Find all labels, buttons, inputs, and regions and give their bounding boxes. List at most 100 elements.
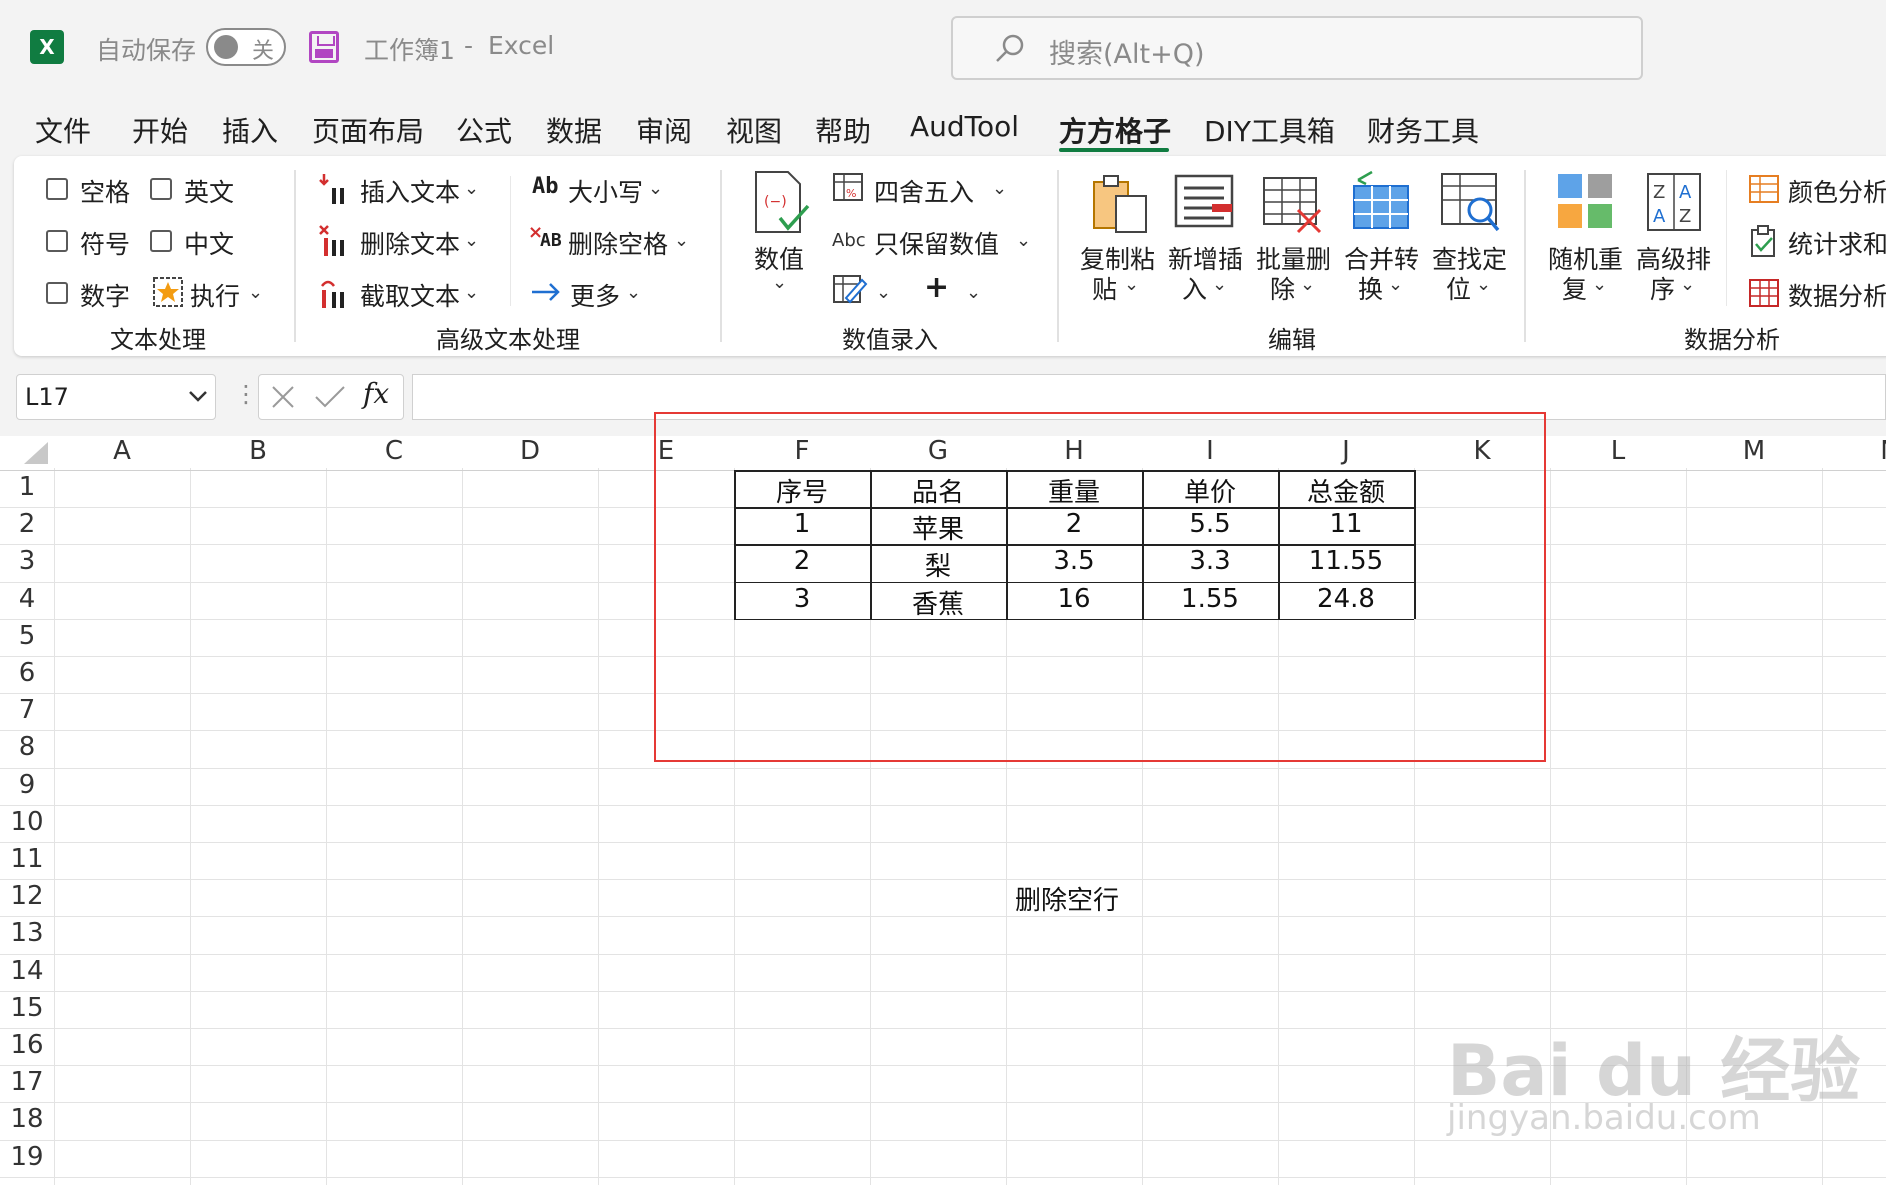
- checkbox-english[interactable]: [150, 178, 172, 200]
- select-all-corner-icon[interactable]: [20, 440, 50, 466]
- row-header-5[interactable]: 5: [0, 621, 54, 651]
- plus-chevron-icon[interactable]: ⌄: [966, 282, 981, 303]
- tab-help[interactable]: 帮助: [815, 110, 871, 150]
- tab-file[interactable]: 文件: [35, 110, 91, 150]
- value-icon[interactable]: (−): [752, 170, 810, 236]
- column-header-a[interactable]: A: [54, 436, 190, 468]
- data-analysis-button[interactable]: 数据分析: [1788, 277, 1886, 313]
- round-chevron-icon[interactable]: ⌄: [992, 178, 1007, 199]
- row-header-9[interactable]: 9: [0, 770, 54, 800]
- insert-function-button[interactable]: fx: [363, 377, 389, 410]
- checkbox-symbol[interactable]: [46, 230, 68, 252]
- edit-grid-icon[interactable]: [832, 272, 868, 306]
- more-button[interactable]: 更多: [570, 277, 620, 313]
- delete-space-chevron-icon[interactable]: ⌄: [674, 230, 689, 251]
- column-header-l[interactable]: L: [1550, 436, 1686, 468]
- row-header-1[interactable]: 1: [0, 472, 54, 502]
- cut-text-button[interactable]: 截取文本: [360, 277, 460, 313]
- column-header-d[interactable]: D: [462, 436, 598, 468]
- color-analysis-button[interactable]: 颜色分析: [1788, 173, 1886, 209]
- tab-insert[interactable]: 插入: [222, 110, 278, 150]
- round-button[interactable]: 四舍五入: [874, 173, 974, 209]
- value-chevron-icon[interactable]: ⌄: [772, 272, 787, 293]
- copy-paste-icon[interactable]: [1090, 172, 1150, 234]
- random-repeat-icon[interactable]: [1556, 172, 1616, 232]
- row-header-18[interactable]: 18: [0, 1104, 54, 1134]
- case-button[interactable]: 大小写: [568, 173, 643, 209]
- merge-convert-icon[interactable]: [1350, 170, 1412, 232]
- save-icon[interactable]: [309, 31, 339, 63]
- row-header-19[interactable]: 19: [0, 1142, 54, 1172]
- random-repeat-label-2[interactable]: 复: [1562, 270, 1587, 306]
- row-header-6[interactable]: 6: [0, 658, 54, 688]
- plus-button[interactable]: +: [924, 270, 949, 305]
- merge-convert-label-2[interactable]: 换: [1358, 270, 1383, 306]
- new-insert-chevron-icon[interactable]: ⌄: [1212, 274, 1227, 295]
- row-header-8[interactable]: 8: [0, 732, 54, 762]
- random-repeat-chevron-icon[interactable]: ⌄: [1592, 274, 1607, 295]
- tab-finance-tools[interactable]: 财务工具: [1367, 110, 1479, 150]
- tab-formulas[interactable]: 公式: [456, 110, 512, 150]
- row-header-7[interactable]: 7: [0, 695, 54, 725]
- name-box-dropdown-icon[interactable]: [187, 381, 209, 411]
- row-header-16[interactable]: 16: [0, 1030, 54, 1060]
- autosave-toggle[interactable]: 关: [206, 28, 286, 66]
- edit-grid-chevron-icon[interactable]: ⌄: [876, 282, 891, 303]
- column-header-c[interactable]: C: [326, 436, 462, 468]
- enter-icon[interactable]: [313, 383, 347, 411]
- delete-text-chevron-icon[interactable]: ⌄: [464, 230, 479, 251]
- new-insert-icon[interactable]: [1174, 174, 1236, 230]
- tab-review[interactable]: 审阅: [636, 110, 692, 150]
- keep-numbers-button[interactable]: 只保留数值: [874, 225, 999, 261]
- tab-home[interactable]: 开始: [132, 110, 188, 150]
- checkbox-number[interactable]: [46, 282, 68, 304]
- batch-delete-icon[interactable]: [1262, 176, 1324, 236]
- advanced-sort-chevron-icon[interactable]: ⌄: [1680, 274, 1695, 295]
- column-header-n[interactable]: N: [1822, 436, 1886, 468]
- tab-fangfanggezi[interactable]: 方方格子: [1059, 110, 1171, 150]
- tab-audtool[interactable]: AudTool: [910, 110, 1019, 143]
- row-header-10[interactable]: 10: [0, 807, 54, 837]
- insert-text-button[interactable]: 插入文本: [360, 173, 460, 209]
- cancel-icon[interactable]: [269, 383, 297, 411]
- delete-space-button[interactable]: 删除空格: [568, 225, 668, 261]
- search-box[interactable]: 搜索(Alt+Q): [951, 16, 1643, 80]
- row-header-12[interactable]: 12: [0, 881, 54, 911]
- more-chevron-icon[interactable]: ⌄: [626, 282, 641, 303]
- execute-chevron-icon[interactable]: ⌄: [248, 282, 263, 303]
- delete-text-button[interactable]: 删除文本: [360, 225, 460, 261]
- advanced-sort-label-2[interactable]: 序: [1650, 270, 1675, 306]
- column-header-b[interactable]: B: [190, 436, 326, 468]
- execute-button[interactable]: 执行: [190, 277, 240, 313]
- tab-view[interactable]: 视图: [726, 110, 782, 150]
- merge-convert-chevron-icon[interactable]: ⌄: [1388, 274, 1403, 295]
- row-header-14[interactable]: 14: [0, 956, 54, 986]
- tab-data[interactable]: 数据: [546, 110, 602, 150]
- name-box[interactable]: L17: [16, 374, 216, 420]
- row-header-13[interactable]: 13: [0, 918, 54, 948]
- stat-sum-button[interactable]: 统计求和: [1788, 225, 1886, 261]
- batch-delete-label-2[interactable]: 除: [1270, 270, 1295, 306]
- row-header-11[interactable]: 11: [0, 844, 54, 874]
- advanced-sort-icon[interactable]: Z A A Z: [1646, 172, 1702, 234]
- tab-page-layout[interactable]: 页面布局: [312, 110, 424, 150]
- row-header-2[interactable]: 2: [0, 509, 54, 539]
- checkbox-chinese[interactable]: [150, 230, 172, 252]
- find-locate-chevron-icon[interactable]: ⌄: [1476, 274, 1491, 295]
- insert-text-chevron-icon[interactable]: ⌄: [464, 178, 479, 199]
- column-header-m[interactable]: M: [1686, 436, 1822, 468]
- case-chevron-icon[interactable]: ⌄: [648, 178, 663, 199]
- execute-icon[interactable]: [152, 276, 184, 308]
- copy-paste-label-2[interactable]: 贴: [1092, 270, 1117, 306]
- checkbox-space[interactable]: [46, 178, 68, 200]
- batch-delete-chevron-icon[interactable]: ⌄: [1300, 274, 1315, 295]
- new-insert-label-2[interactable]: 入: [1182, 270, 1207, 306]
- find-locate-icon[interactable]: [1440, 172, 1502, 234]
- value-button[interactable]: 数值: [754, 240, 804, 276]
- tab-diy-toolbox[interactable]: DIY工具箱: [1204, 110, 1335, 150]
- cut-text-chevron-icon[interactable]: ⌄: [464, 282, 479, 303]
- find-locate-label-2[interactable]: 位: [1446, 270, 1471, 306]
- row-header-17[interactable]: 17: [0, 1067, 54, 1097]
- row-header-4[interactable]: 4: [0, 584, 54, 614]
- row-header-15[interactable]: 15: [0, 993, 54, 1023]
